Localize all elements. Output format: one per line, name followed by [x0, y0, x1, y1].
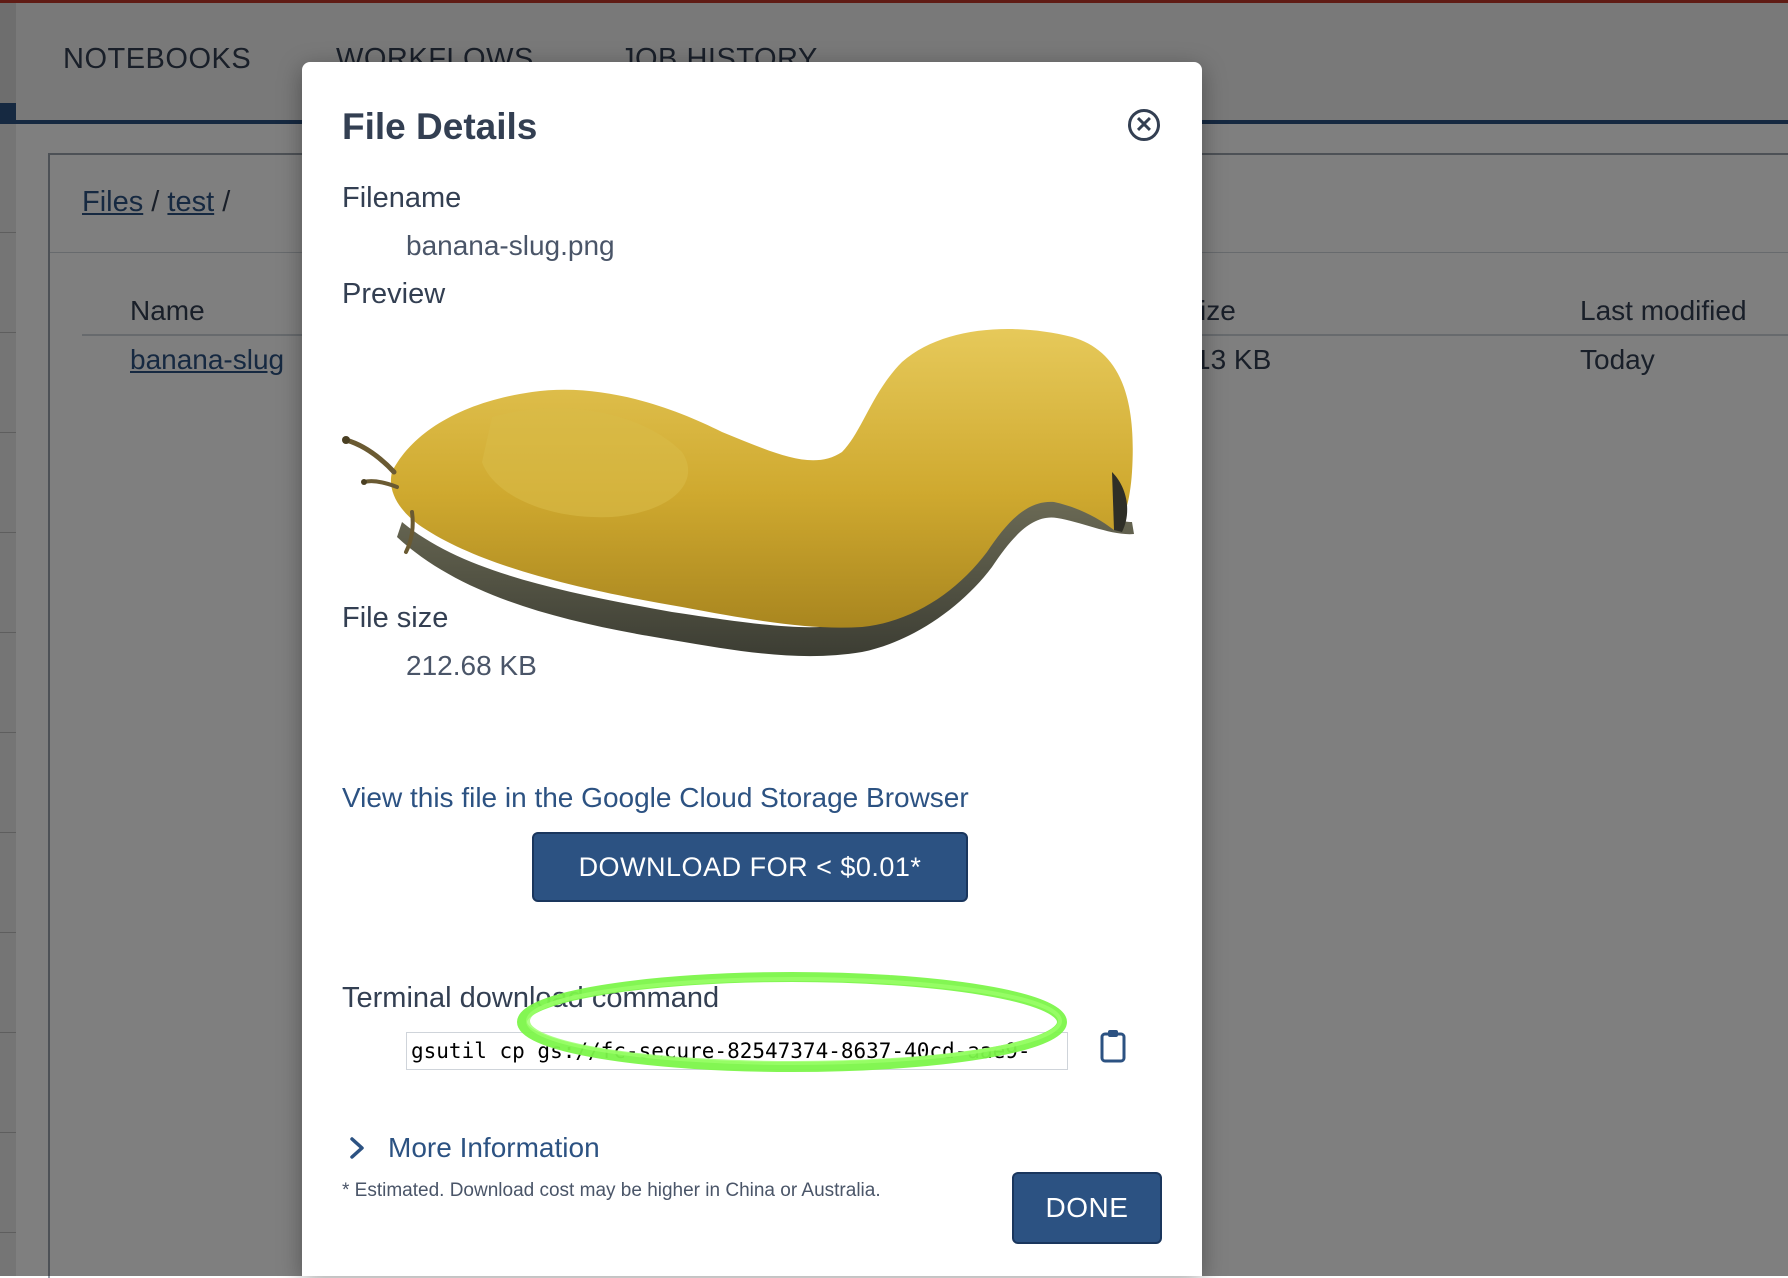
- more-information-label: More Information: [388, 1132, 600, 1163]
- slug-eye: [361, 479, 367, 485]
- clipboard-icon[interactable]: [1099, 1029, 1127, 1063]
- file-size-label: File size: [342, 602, 449, 634]
- modal-title: File Details: [342, 106, 538, 147]
- gcs-browser-link[interactable]: View this file in the Google Cloud Stora…: [342, 782, 969, 814]
- download-button[interactable]: DOWNLOAD FOR < $0.01*: [532, 832, 968, 902]
- slug-tentacle: [343, 437, 397, 475]
- done-button[interactable]: DONE: [1012, 1172, 1162, 1244]
- filename-label: Filename: [342, 182, 462, 214]
- file-size-value: 212.68 KB: [406, 650, 537, 681]
- terminal-command-label: Terminal download command: [342, 982, 720, 1014]
- cost-footnote: * Estimated. Download cost may be higher…: [342, 1180, 881, 1201]
- close-icon[interactable]: ✕: [1128, 109, 1160, 141]
- filename-value: banana-slug.png: [406, 230, 615, 261]
- slug-eye: [342, 436, 350, 444]
- more-information-toggle[interactable]: More Information: [342, 1132, 600, 1164]
- terminal-command-field[interactable]: [407, 1033, 1067, 1069]
- green-highlight-annotation: [517, 972, 1067, 1072]
- terminal-command-box: [406, 1032, 1068, 1070]
- file-details-modal: File Details ✕ Filename banana-slug.png …: [302, 62, 1202, 1276]
- preview-label: Preview: [342, 278, 446, 310]
- chevron-right-icon: [350, 1137, 364, 1159]
